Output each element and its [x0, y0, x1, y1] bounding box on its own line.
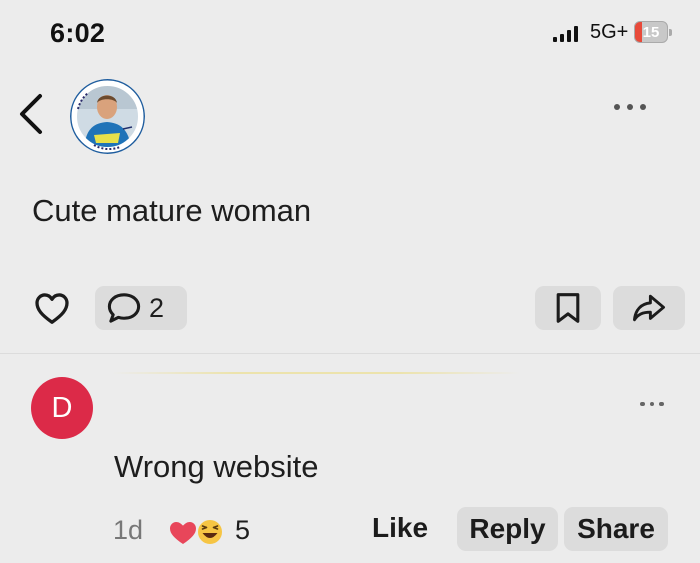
comment-text: Wrong website — [114, 449, 319, 484]
comments-button[interactable]: 2 — [95, 286, 187, 330]
more-horizontal-icon — [614, 104, 620, 110]
reply-label: Reply — [469, 513, 546, 544]
more-dot — [649, 401, 655, 407]
signal-icon — [553, 26, 578, 42]
divider — [0, 353, 700, 354]
share-comment-button[interactable]: Share — [564, 507, 668, 551]
chevron-left-icon — [20, 94, 42, 134]
share-label: Share — [577, 513, 655, 544]
bookmark-button[interactable] — [535, 286, 601, 330]
battery-icon: 15 — [634, 21, 668, 43]
status-time: 6:02 — [50, 18, 106, 48]
profile-photo — [70, 79, 145, 154]
reaction-count: 5 — [235, 515, 251, 545]
comment-count: 2 — [149, 292, 165, 323]
network-type: 5G+ — [590, 21, 629, 43]
post-options-button[interactable] — [598, 92, 662, 122]
comment-reactions[interactable] — [165, 511, 235, 551]
more-dot — [627, 104, 633, 110]
battery-level: 15 — [642, 23, 660, 41]
more-horizontal-icon — [640, 401, 645, 407]
more-dot — [640, 104, 646, 110]
like-post-button[interactable] — [30, 288, 74, 328]
reaction-icons — [170, 518, 224, 546]
author-avatar[interactable] — [70, 79, 145, 154]
heart-reaction-icon — [170, 522, 196, 544]
speech-bubble-icon — [107, 293, 141, 323]
commenter-avatar[interactable]: D — [31, 377, 93, 439]
heart-outline-icon — [35, 293, 69, 324]
share-arrow-icon — [633, 294, 665, 322]
battery-tip — [669, 29, 672, 36]
reply-button[interactable]: Reply — [457, 507, 558, 551]
like-comment-button[interactable]: Like — [372, 512, 428, 544]
bookmark-icon — [556, 293, 580, 323]
laughing-reaction-icon — [196, 518, 224, 546]
comment-timestamp: 1d — [113, 515, 144, 545]
more-dot — [659, 401, 664, 407]
decorative-line — [112, 372, 520, 374]
back-button[interactable] — [14, 92, 48, 136]
commenter-initial: D — [51, 391, 73, 424]
comment-options-button[interactable] — [630, 392, 674, 416]
share-post-button[interactable] — [613, 286, 685, 330]
post-text: Cute mature woman — [32, 193, 312, 228]
